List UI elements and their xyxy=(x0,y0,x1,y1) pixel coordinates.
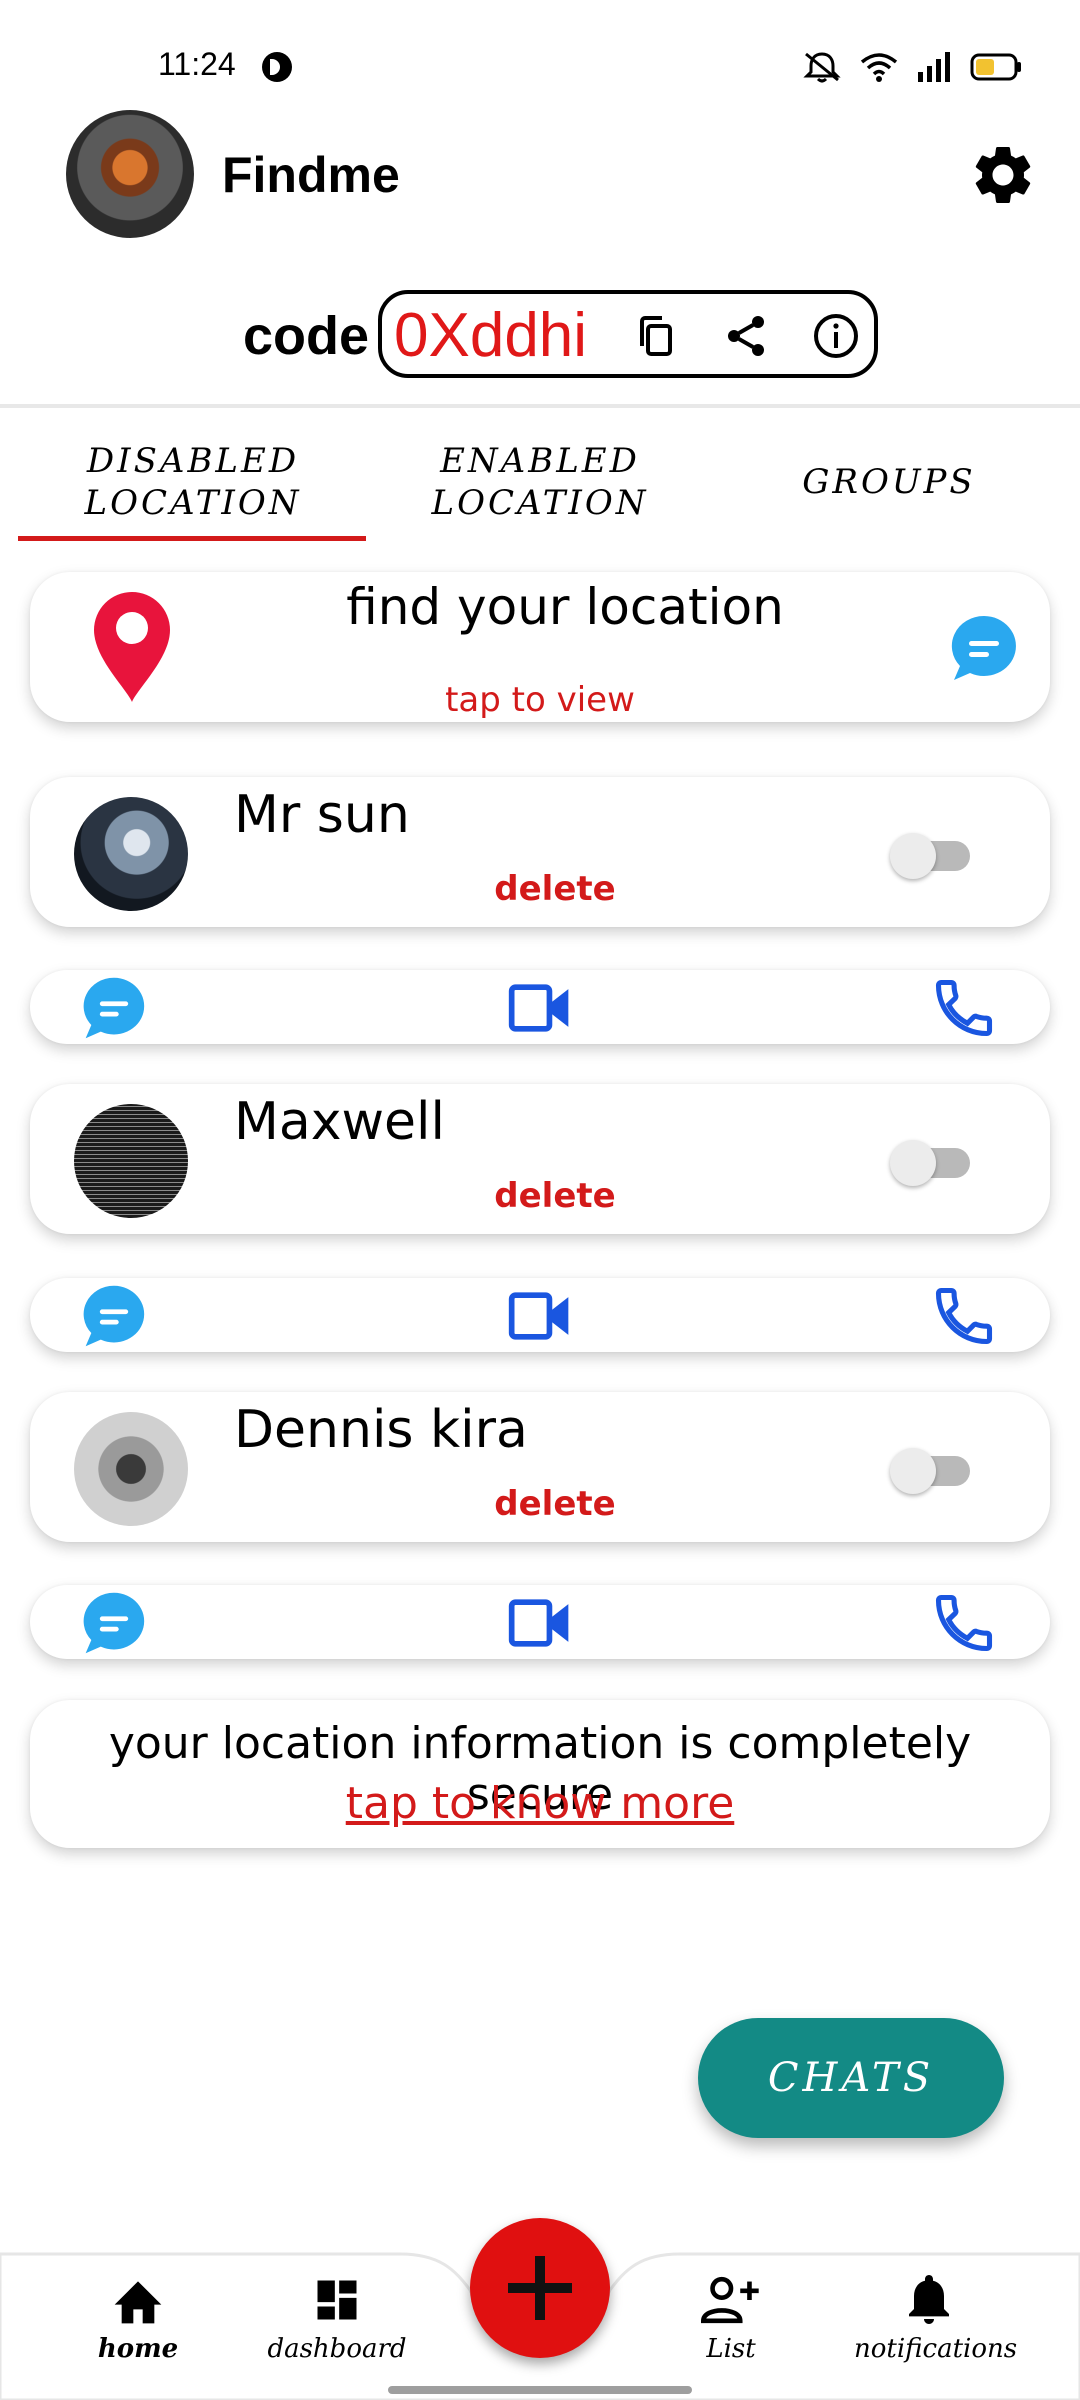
location-toggle[interactable] xyxy=(890,833,974,879)
tab-groups[interactable]: GROUPS xyxy=(714,432,1064,532)
location-toggle[interactable] xyxy=(890,1448,974,1494)
phone-icon[interactable] xyxy=(930,974,998,1042)
dnd-indicator-icon xyxy=(262,52,292,82)
contact-action-bar xyxy=(30,1278,1050,1352)
add-person-icon xyxy=(701,2276,759,2324)
mute-icon xyxy=(803,52,841,83)
wifi-icon xyxy=(860,53,898,82)
tab-disabled-location[interactable]: DISABLED LOCATION xyxy=(18,432,368,532)
home-indicator xyxy=(388,2386,692,2394)
nav-home[interactable]: home xyxy=(63,2274,213,2384)
toggle-thumb xyxy=(890,833,936,879)
contact-action-bar xyxy=(30,1585,1050,1659)
active-tab-indicator xyxy=(18,536,366,541)
battery-icon xyxy=(970,53,1021,81)
tab-label: LOCATION xyxy=(84,483,302,523)
chat-bubble-icon[interactable] xyxy=(80,974,148,1042)
app-title: Findme xyxy=(222,147,400,203)
tab-label: GROUPS xyxy=(802,462,976,502)
contact-name: Dennis kira xyxy=(234,1400,528,1460)
code-box: 0Xddhi xyxy=(378,290,878,378)
tab-label: ENABLED xyxy=(440,441,640,481)
video-call-icon[interactable] xyxy=(506,1282,574,1350)
video-call-icon[interactable] xyxy=(506,1589,574,1657)
share-icon[interactable] xyxy=(722,312,770,360)
contact-name: Mr sun xyxy=(234,785,410,845)
plus-icon xyxy=(508,2256,572,2320)
chat-bubble-icon[interactable] xyxy=(80,1282,148,1350)
status-bar: 11:24 xyxy=(0,0,1080,130)
phone-icon[interactable] xyxy=(930,1282,998,1350)
contact-card[interactable]: Mr sun delete xyxy=(30,777,1050,927)
toggle-thumb xyxy=(890,1448,936,1494)
nav-label: dashboard xyxy=(267,2334,407,2364)
bell-icon xyxy=(909,2275,949,2324)
nav-label: notifications xyxy=(854,2334,1018,2364)
find-location-title: find your location xyxy=(346,578,784,636)
contact-card[interactable]: Dennis kira delete xyxy=(30,1392,1050,1542)
tab-label: DISABLED xyxy=(86,441,300,481)
nav-label: List xyxy=(706,2334,756,2364)
nav-notifications[interactable]: notifications xyxy=(854,2274,1018,2384)
profile-avatar[interactable] xyxy=(66,110,194,238)
security-info-card: your location information is completely … xyxy=(30,1700,1050,1848)
contact-action-bar xyxy=(30,970,1050,1044)
phone-icon[interactable] xyxy=(930,1589,998,1657)
know-more-link[interactable]: tap to know more xyxy=(30,1778,1050,1829)
code-label: code xyxy=(243,306,370,366)
video-call-icon[interactable] xyxy=(506,974,574,1042)
contact-name: Maxwell xyxy=(234,1092,445,1152)
info-icon[interactable] xyxy=(812,312,860,360)
chat-bubble-icon[interactable] xyxy=(948,612,1020,684)
status-icons xyxy=(802,50,1022,84)
toggle-thumb xyxy=(890,1140,936,1186)
copy-icon[interactable] xyxy=(632,312,680,360)
gear-icon[interactable] xyxy=(968,140,1038,210)
dashboard-icon xyxy=(317,2280,357,2320)
add-button[interactable] xyxy=(470,2218,610,2358)
tab-enabled-location[interactable]: ENABLED LOCATION xyxy=(365,432,715,532)
code-value[interactable]: 0Xddhi xyxy=(394,300,587,371)
nav-list[interactable]: List xyxy=(656,2274,806,2384)
contact-card[interactable]: Maxwell delete xyxy=(30,1084,1050,1234)
nav-dashboard[interactable]: dashboard xyxy=(262,2274,412,2384)
chat-bubble-icon[interactable] xyxy=(80,1589,148,1657)
nav-label: home xyxy=(97,2334,179,2364)
header-divider xyxy=(0,404,1080,408)
tab-label: LOCATION xyxy=(431,483,649,523)
chats-button[interactable]: CHATS xyxy=(698,2018,1004,2138)
tap-to-view-link[interactable]: tap to view xyxy=(30,680,1050,720)
find-location-card[interactable]: find your location tap to view xyxy=(30,572,1050,722)
status-time: 11:24 xyxy=(158,46,236,82)
signal-icon xyxy=(918,52,950,82)
location-toggle[interactable] xyxy=(890,1140,974,1186)
home-icon xyxy=(114,2281,162,2324)
